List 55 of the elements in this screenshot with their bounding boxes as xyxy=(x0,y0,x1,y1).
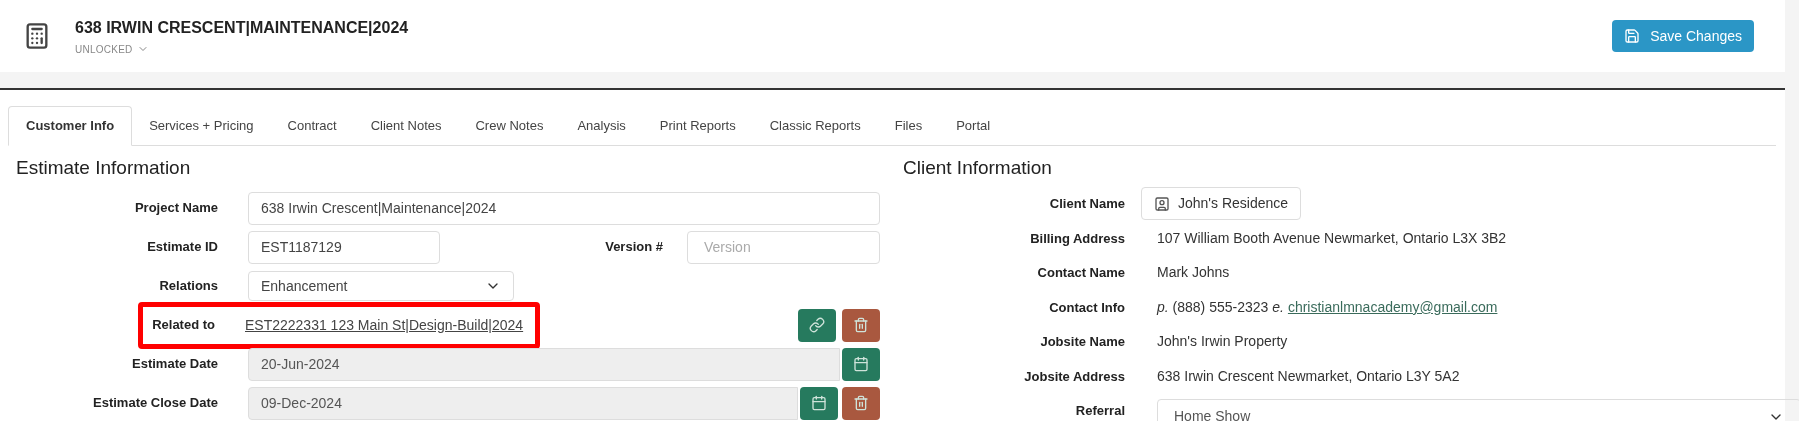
link-button[interactable] xyxy=(798,308,836,342)
trash-icon xyxy=(853,317,869,333)
calendar-icon xyxy=(811,395,827,411)
calendar-icon xyxy=(853,356,869,372)
client-name-button[interactable]: John's Residence xyxy=(1141,187,1302,221)
field-label: Billing Address xyxy=(1029,229,1125,248)
project-name-field[interactable]: 638 Irwin Crescent|Maintenance|2024 xyxy=(248,191,880,225)
tab[interactable]: Print Reports xyxy=(642,106,753,145)
save-icon xyxy=(1624,28,1641,44)
field-value: John's Irwin Property xyxy=(1157,332,1288,352)
section-heading: Estimate Information xyxy=(16,156,192,180)
date-field[interactable]: 09-Dec-2024 xyxy=(248,386,798,420)
date-field[interactable]: 20-Jun-2024 xyxy=(248,347,840,381)
version-field[interactable]: Version xyxy=(687,230,880,264)
tab[interactable]: Classic Reports xyxy=(752,106,878,145)
field-label: Estimate Close Date xyxy=(92,394,218,413)
field-label: Contact Name xyxy=(1036,264,1125,282)
tab[interactable]: Portal xyxy=(939,106,1008,145)
field-label: Client Name xyxy=(1048,195,1125,213)
calendar-button[interactable] xyxy=(842,347,880,381)
contact-card-icon xyxy=(1154,195,1170,212)
field-label: Estimate ID xyxy=(146,238,218,257)
field-label: Estimate Date xyxy=(131,355,218,374)
tab[interactable]: Contract xyxy=(270,106,354,145)
delete-button[interactable] xyxy=(842,308,880,342)
field-label: Jobsite Address xyxy=(1023,367,1125,386)
trash-icon xyxy=(853,395,869,411)
field-value: Mark Johns xyxy=(1157,263,1230,283)
tab[interactable]: Customer Info xyxy=(8,106,133,146)
tab[interactable]: Crew Notes xyxy=(458,106,561,145)
tab[interactable]: Services + Pricing xyxy=(132,106,271,145)
field-label: Related to xyxy=(151,316,215,335)
field-label: Jobsite Name xyxy=(1039,333,1125,351)
estimate-title: 638 IRWIN CRESCENT|MAINTENANCE|2024 xyxy=(75,17,409,38)
related-estimate-link[interactable]: EST2222331 123 Main St|Design-Build|2024 xyxy=(245,314,536,336)
field-value: 107 William Booth Avenue Newmarket, Ontario L3X 3B2 xyxy=(1157,228,1507,248)
contact-phone: p. (888) 555-2323 e. xyxy=(1157,297,1284,317)
tab[interactable]: Files xyxy=(877,106,940,145)
calendar-button[interactable] xyxy=(800,386,838,420)
lock-status-dropdown[interactable]: UNLOCKED xyxy=(75,41,409,57)
delete-button[interactable] xyxy=(842,386,880,420)
tab[interactable]: Analysis xyxy=(560,106,643,145)
referral-select[interactable]: Home Show xyxy=(1157,399,1799,421)
link-icon xyxy=(809,317,825,333)
field-label: Contact Info xyxy=(1048,298,1125,317)
email-link[interactable]: christianlmnacademy@gmail.com xyxy=(1287,296,1498,318)
field-label: Version # xyxy=(604,238,663,257)
field-label: Project Name xyxy=(133,199,218,218)
estimate-id-field[interactable]: EST1187129 xyxy=(248,230,440,264)
field-label: Referral xyxy=(1074,402,1125,420)
section-heading: Client Information xyxy=(903,156,1053,180)
field-label: Relations xyxy=(158,277,218,296)
field-value: 638 Irwin Crescent Newmarket, Ontario L3Y 5A2 xyxy=(1157,366,1460,386)
relations-select[interactable]: Enhancement xyxy=(248,271,514,301)
tab[interactable]: Client Notes xyxy=(353,106,459,145)
